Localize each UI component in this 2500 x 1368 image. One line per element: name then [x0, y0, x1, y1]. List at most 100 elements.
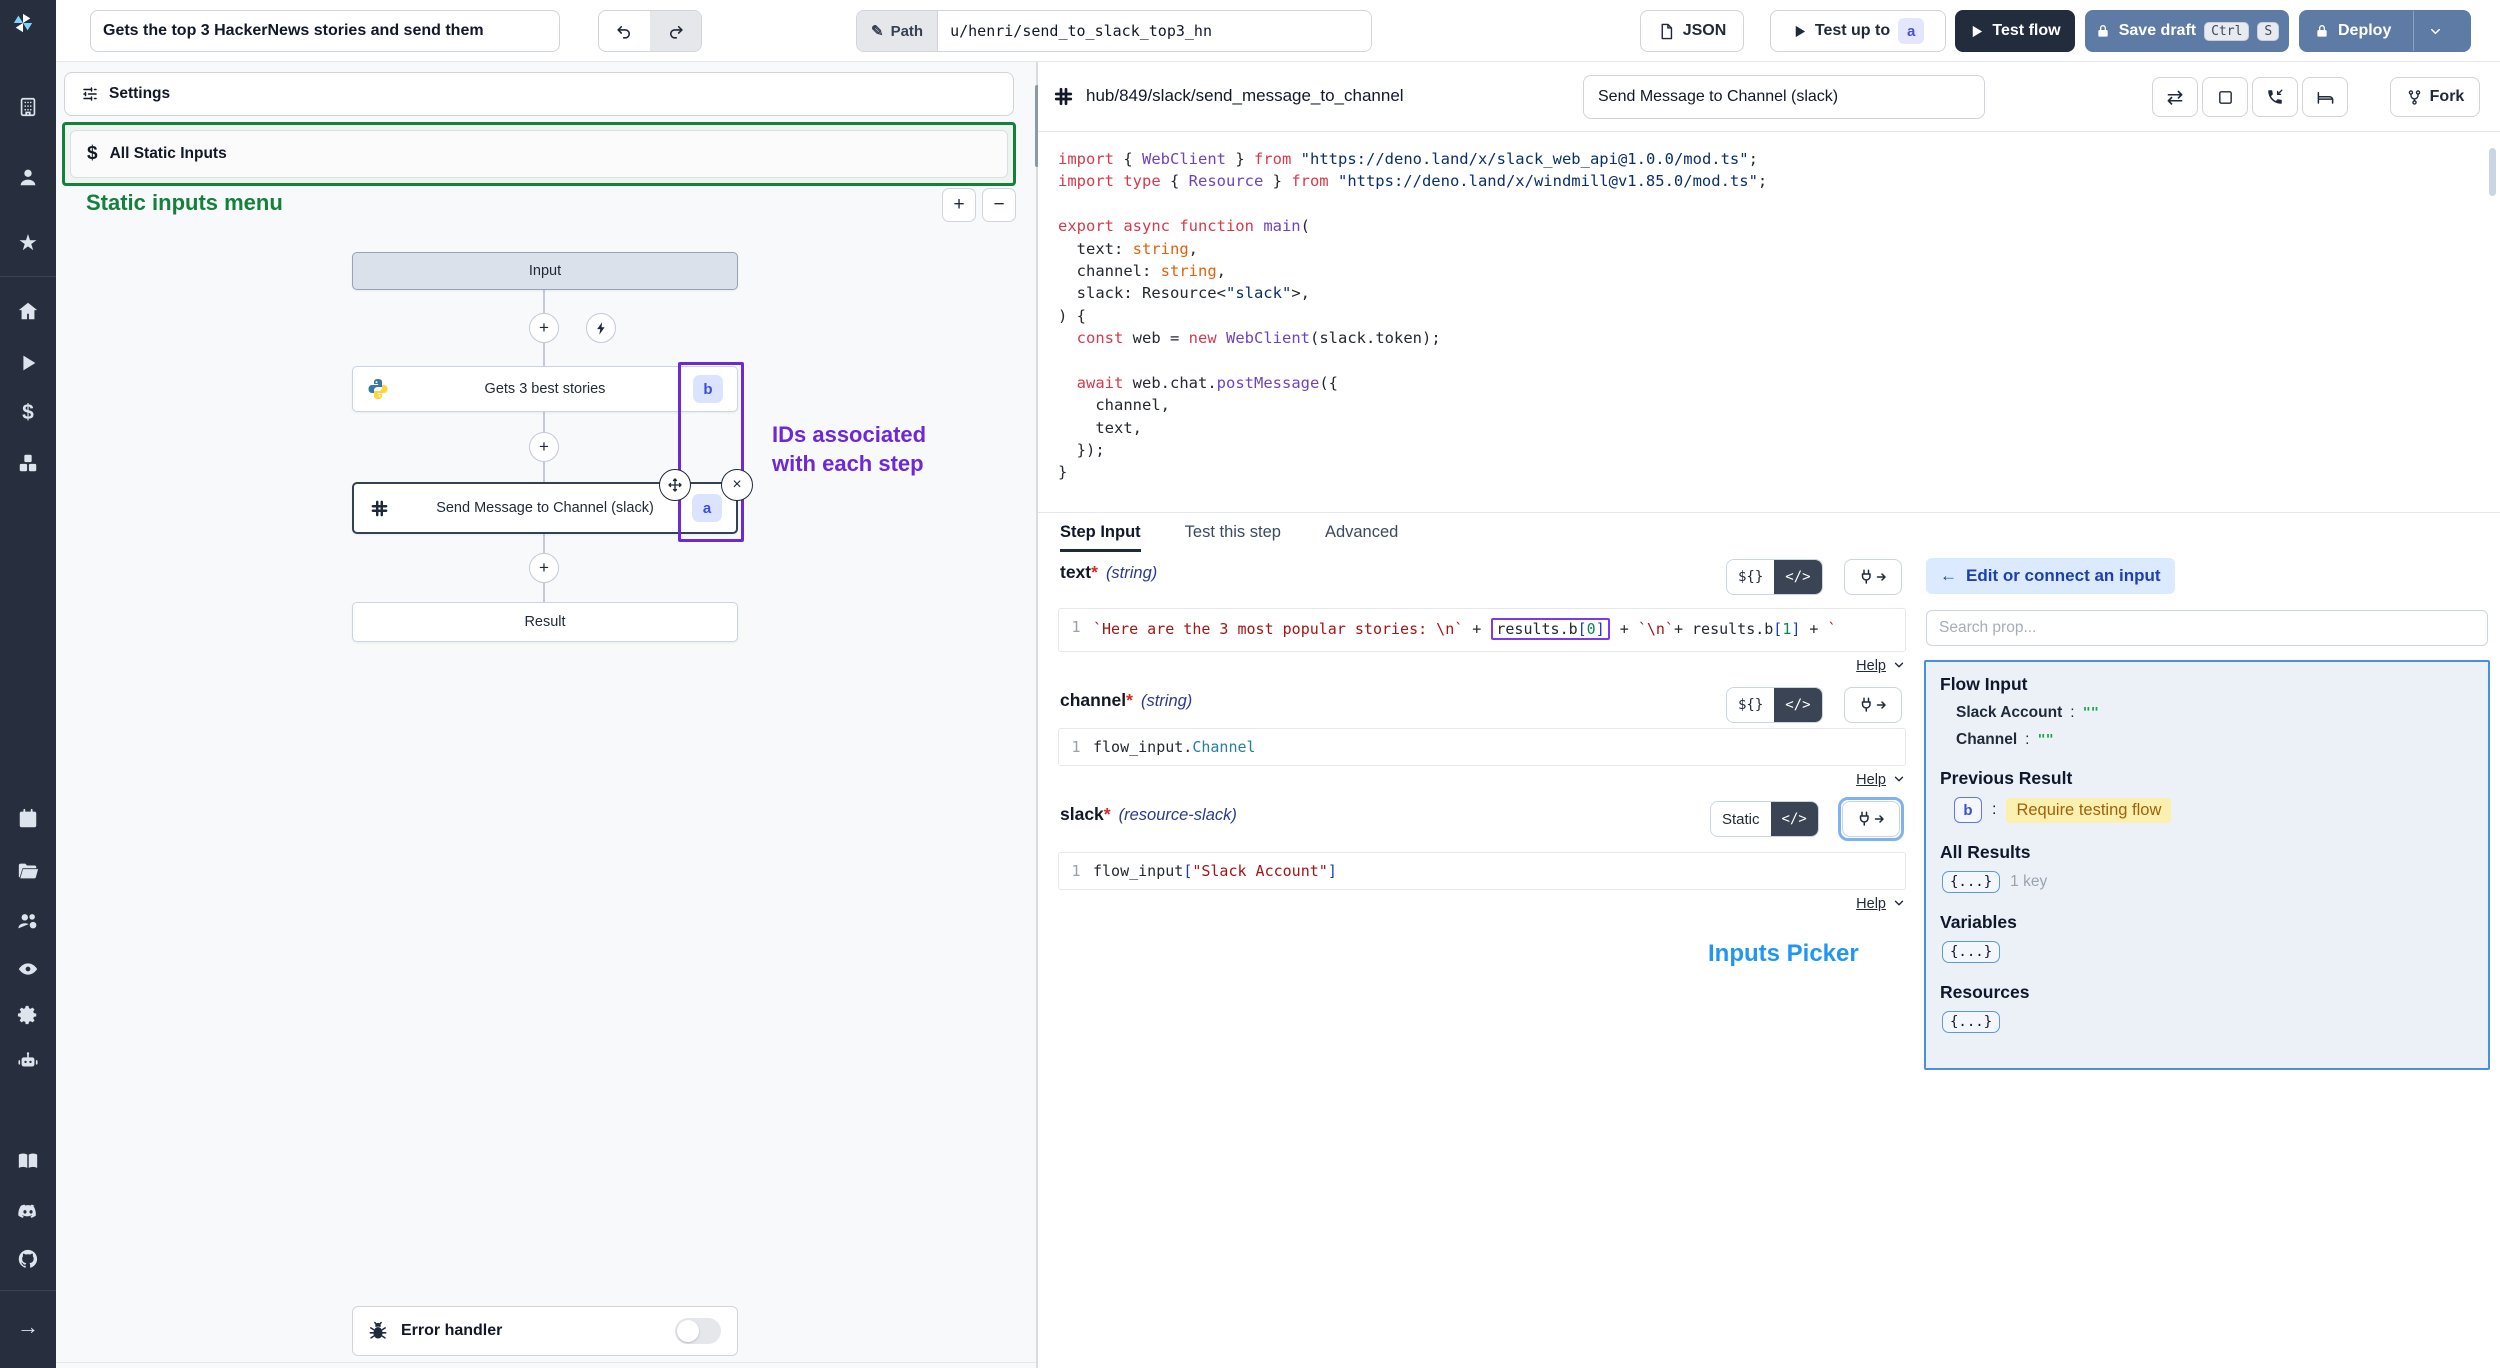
tab-step-input[interactable]: Step Input [1060, 513, 1141, 552]
flow-node-result[interactable]: Result [352, 602, 738, 642]
schedules-calendar-icon[interactable] [17, 808, 39, 830]
line-number: 1 [1059, 862, 1093, 880]
add-step-button[interactable]: + [529, 553, 559, 583]
fork-button[interactable]: Fork [2390, 77, 2480, 117]
help-link[interactable]: Help [1856, 658, 1886, 674]
box-button[interactable] [2202, 77, 2248, 117]
error-handler-toggle[interactable] [675, 1318, 721, 1344]
object-expand-chip[interactable]: {...} [1942, 941, 2000, 963]
docs-book-icon[interactable] [17, 1150, 39, 1172]
static-mode-button[interactable]: Static [1711, 802, 1771, 836]
prop-row-slack-account[interactable]: Slack Account : "" [1956, 704, 2474, 722]
test-up-to-button[interactable]: Test up to a [1770, 10, 1946, 52]
zoom-out-button[interactable]: − [982, 188, 1016, 222]
deploy-menu-button[interactable] [2413, 11, 2457, 51]
flow-bottom-divider [56, 1362, 1036, 1363]
prop-value: "" [2037, 732, 2053, 748]
test-flow-button[interactable]: Test flow [1955, 10, 2075, 52]
line-number: 1 [1059, 738, 1093, 756]
resources-cubes-icon[interactable] [17, 452, 39, 474]
channel-expr-editor[interactable]: 1 flow_input.Channel [1058, 728, 1906, 766]
help-link[interactable]: Help [1856, 896, 1886, 912]
step-b-id-badge[interactable]: b [693, 375, 723, 403]
add-step-button[interactable]: + [529, 313, 559, 343]
windmill-flow-editor: ★ $ [0, 0, 2500, 1368]
zoom-in-button[interactable]: + [942, 188, 976, 222]
topbar: ✎ Path JSON Test up to a Test flow Save [56, 0, 2500, 62]
step-header: hub/849/slack/send_message_to_channel ⇄ [1038, 62, 2500, 132]
step-tabs: Step Input Test this step Advanced [1038, 512, 2500, 552]
step-id-badge: a [1898, 18, 1924, 44]
trigger-bolt-button[interactable] [586, 313, 616, 343]
bug-icon [367, 1320, 389, 1342]
move-step-handle[interactable] [659, 469, 691, 501]
kbd-s: S [2257, 22, 2279, 41]
favorites-star-icon[interactable]: ★ [17, 232, 39, 254]
connect-input-plug-button[interactable] [1844, 559, 1902, 595]
connect-input-plug-button[interactable] [1844, 687, 1902, 723]
runs-play-icon[interactable] [17, 352, 39, 374]
lightning-icon [594, 321, 609, 336]
connect-input-plug-button[interactable] [1842, 801, 1900, 837]
tab-advanced[interactable]: Advanced [1325, 513, 1398, 552]
workers-groups-icon[interactable] [17, 910, 39, 932]
audit-eye-icon[interactable] [17, 958, 39, 980]
add-step-button[interactable]: + [529, 432, 559, 462]
step-summary-input[interactable] [1583, 75, 1985, 119]
path-label: Path [891, 23, 924, 40]
reload-script-button[interactable]: ⇄ [2152, 77, 2198, 117]
move-icon [666, 476, 684, 494]
windmill-logo[interactable] [12, 12, 44, 44]
github-icon[interactable] [17, 1248, 39, 1270]
flow-node-input[interactable]: Input [352, 252, 738, 290]
redo-button[interactable] [650, 11, 701, 51]
prop-row-channel[interactable]: Channel : "" [1956, 731, 2474, 749]
code-mode-button[interactable]: </> [1774, 688, 1821, 722]
folders-icon[interactable] [17, 860, 39, 882]
text-expr-content: `Here are the 3 most popular stories: \n… [1093, 618, 1837, 640]
flow-title-input[interactable] [90, 10, 560, 52]
settings-gear-icon[interactable] [17, 1004, 39, 1026]
object-expand-chip[interactable]: {...} [1942, 1011, 2000, 1033]
json-button[interactable]: JSON [1640, 10, 1744, 52]
flow-graph-panel: Settings $ All Static Inputs Static inpu… [56, 62, 1036, 1368]
path-input[interactable] [938, 11, 1371, 51]
help-row: Help [1058, 658, 1906, 674]
deploy-button[interactable]: Deploy [2300, 11, 2405, 51]
flow-node-step-b[interactable]: Gets 3 best stories b [352, 366, 738, 412]
script-code-editor[interactable]: import { WebClient } from "https://deno.… [1038, 132, 2500, 512]
slack-expr-editor[interactable]: 1 flow_input["Slack Account"] [1058, 852, 1906, 890]
discord-icon[interactable] [17, 1200, 39, 1222]
flow-input-heading: Flow Input [1940, 674, 2474, 695]
search-prop-input[interactable] [1926, 610, 2488, 646]
text-expr-editor[interactable]: 1 `Here are the 3 most popular stories: … [1058, 608, 1906, 652]
save-draft-button[interactable]: Save draft Ctrl S [2085, 10, 2289, 52]
chevron-down-icon [2428, 24, 2443, 39]
home-icon[interactable] [17, 300, 39, 322]
suspend-phone-button[interactable] [2252, 77, 2298, 117]
variables-dollar-icon[interactable]: $ [17, 402, 39, 424]
code-mode-button[interactable]: </> [1771, 802, 1818, 836]
plug-button-highlight [1838, 797, 1904, 841]
workspace-icon[interactable] [17, 96, 39, 118]
all-static-inputs-button[interactable]: $ All Static Inputs [70, 130, 1008, 178]
edit-or-connect-button[interactable]: ← Edit or connect an input [1926, 558, 2175, 594]
step-a-id-badge[interactable]: a [692, 494, 722, 522]
ai-robot-icon[interactable] [17, 1050, 39, 1072]
help-link[interactable]: Help [1856, 772, 1886, 788]
static-mode-button[interactable]: ${} [1727, 688, 1774, 722]
static-mode-button[interactable]: ${} [1727, 560, 1774, 594]
toggle-knob [677, 1320, 699, 1342]
expand-rail-arrow-icon[interactable]: → [17, 1316, 39, 1338]
user-icon[interactable] [17, 166, 39, 188]
delete-step-button[interactable]: × [721, 469, 753, 501]
step-b-chip[interactable]: b [1954, 797, 1982, 823]
flow-settings-button[interactable]: Settings [64, 72, 1014, 116]
tab-test-this-step[interactable]: Test this step [1185, 513, 1281, 552]
static-inputs-highlight: $ All Static Inputs [62, 122, 1016, 186]
code-scrollbar[interactable] [2489, 148, 2496, 196]
code-mode-button[interactable]: </> [1774, 560, 1821, 594]
sleep-bed-button[interactable] [2302, 77, 2348, 117]
object-expand-chip[interactable]: {...} [1942, 871, 2000, 893]
undo-button[interactable] [599, 11, 650, 51]
